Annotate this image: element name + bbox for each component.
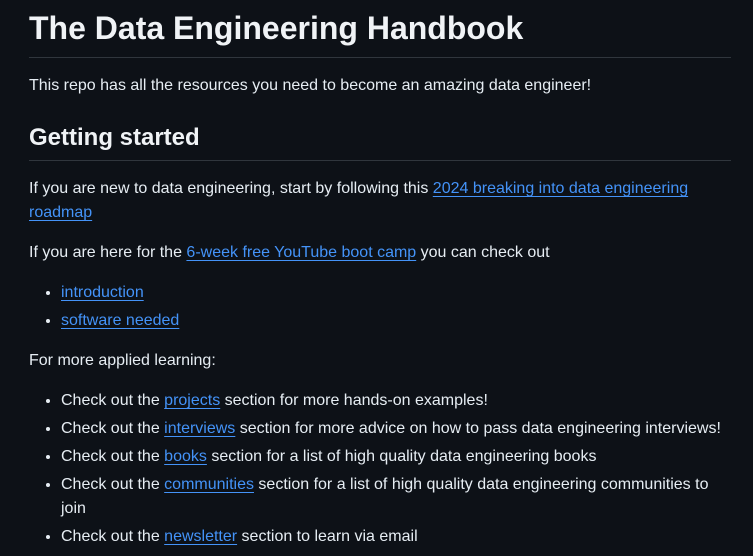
item-text: Check out the [61, 448, 165, 465]
section-heading-getting-started: Getting started [29, 98, 731, 161]
list-item: Check out the books section for a list o… [61, 445, 731, 469]
bootcamp-text-prefix: If you are here for the [29, 244, 187, 261]
interviews-link[interactable]: interviews [164, 420, 235, 437]
readme-content: The Data Engineering Handbook This repo … [0, 0, 753, 549]
item-text: Check out the [61, 476, 165, 493]
list-item: Check out the newsletter section to lear… [61, 525, 731, 549]
item-text: Check out the [61, 420, 165, 437]
item-text: Check out the [61, 392, 165, 409]
item-text: section for more hands-on examples! [220, 392, 488, 409]
item-text: Check out the [61, 528, 165, 545]
item-text: section to learn via email [237, 528, 418, 545]
bootcamp-link[interactable]: 6-week free YouTube boot camp [186, 244, 416, 261]
bootcamp-paragraph: If you are here for the 6-week free YouT… [29, 241, 731, 265]
bootcamp-links-list: introduction software needed [29, 281, 731, 333]
introduction-link[interactable]: introduction [61, 284, 144, 301]
list-item: Check out the projects section for more … [61, 389, 731, 413]
software-needed-link[interactable]: software needed [61, 312, 179, 329]
list-item: software needed [61, 309, 731, 333]
list-item: Check out the interviews section for mor… [61, 417, 731, 441]
roadmap-paragraph: If you are new to data engineering, star… [29, 177, 731, 225]
projects-link[interactable]: projects [164, 392, 220, 409]
communities-link[interactable]: communities [164, 476, 254, 493]
item-text: section for a list of high quality data … [206, 448, 597, 465]
intro-paragraph: This repo has all the resources you need… [29, 77, 592, 94]
applied-learning-label: For more applied learning: [29, 352, 216, 369]
applied-learning-list: Check out the projects section for more … [29, 389, 731, 549]
list-item: introduction [61, 281, 731, 305]
newsletter-link[interactable]: newsletter [164, 528, 237, 545]
item-text: section for more advice on how to pass d… [235, 420, 721, 437]
page-title: The Data Engineering Handbook [29, 0, 731, 58]
bootcamp-text-suffix: you can check out [416, 244, 550, 261]
books-link[interactable]: books [164, 448, 207, 465]
roadmap-text: If you are new to data engineering, star… [29, 180, 433, 197]
list-item: Check out the communities section for a … [61, 473, 731, 521]
